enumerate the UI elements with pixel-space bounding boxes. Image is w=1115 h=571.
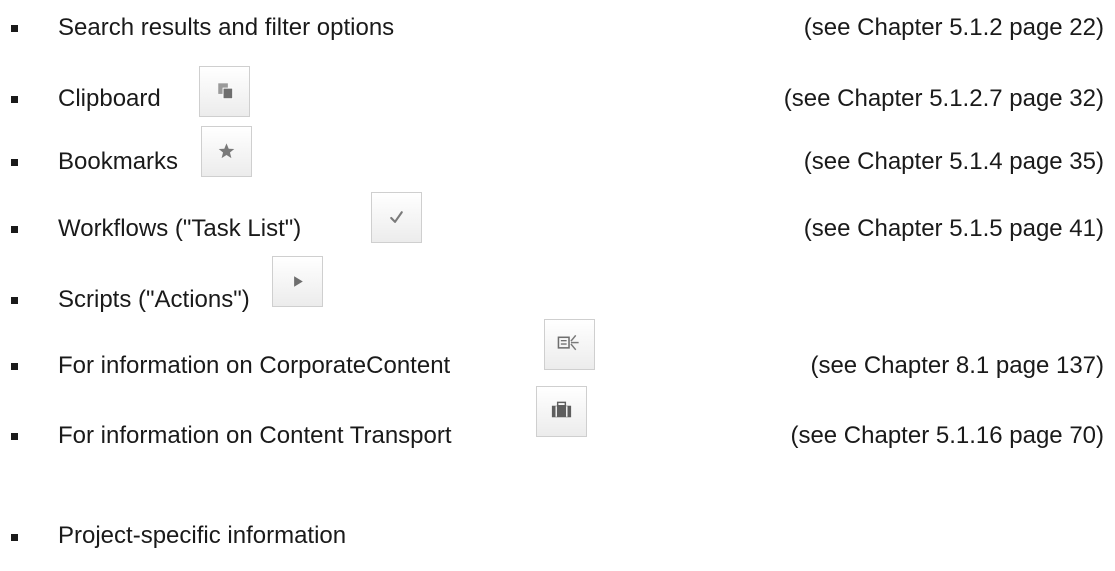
item-label-corporate-content: For information on CorporateContent xyxy=(58,352,451,379)
play-icon[interactable] xyxy=(272,256,323,307)
document-page: { "items": [ { "label": "Search results … xyxy=(0,0,1115,571)
item-label-bookmarks: Bookmarks xyxy=(58,148,179,175)
corporate-content-icon[interactable] xyxy=(544,319,595,370)
item-label-project-specific: Project-specific information xyxy=(58,522,347,549)
bullet-marker xyxy=(11,159,18,166)
copy-icon[interactable] xyxy=(199,66,250,117)
bullet-marker xyxy=(11,226,18,233)
item-label-clipboard: Clipboard xyxy=(58,85,161,112)
item-reference-corporate-content: (see Chapter 8.1 page 137) xyxy=(810,352,1104,379)
item-label-search-results: Search results and filter options xyxy=(58,14,395,41)
item-reference-content-transport: (see Chapter 5.1.16 page 70) xyxy=(790,422,1104,449)
briefcase-icon[interactable] xyxy=(536,386,587,437)
bullet-marker xyxy=(11,363,18,370)
bullet-marker xyxy=(11,297,18,304)
bullet-marker xyxy=(11,433,18,440)
item-label-scripts: Scripts ("Actions") xyxy=(58,286,250,313)
bullet-marker xyxy=(11,534,18,541)
item-label-content-transport: For information on Content Transport xyxy=(58,422,452,449)
star-icon[interactable] xyxy=(201,126,252,177)
item-reference-bookmarks: (see Chapter 5.1.4 page 35) xyxy=(803,148,1104,175)
bullet-marker xyxy=(11,96,18,103)
item-reference-workflows: (see Chapter 5.1.5 page 41) xyxy=(803,215,1104,242)
item-label-workflows: Workflows ("Task List") xyxy=(58,215,302,242)
item-reference-clipboard: (see Chapter 5.1.2.7 page 32) xyxy=(783,85,1104,112)
bullet-marker xyxy=(11,25,18,32)
item-reference-search-results: (see Chapter 5.1.2 page 22) xyxy=(803,14,1104,41)
checkmark-icon[interactable] xyxy=(371,192,422,243)
